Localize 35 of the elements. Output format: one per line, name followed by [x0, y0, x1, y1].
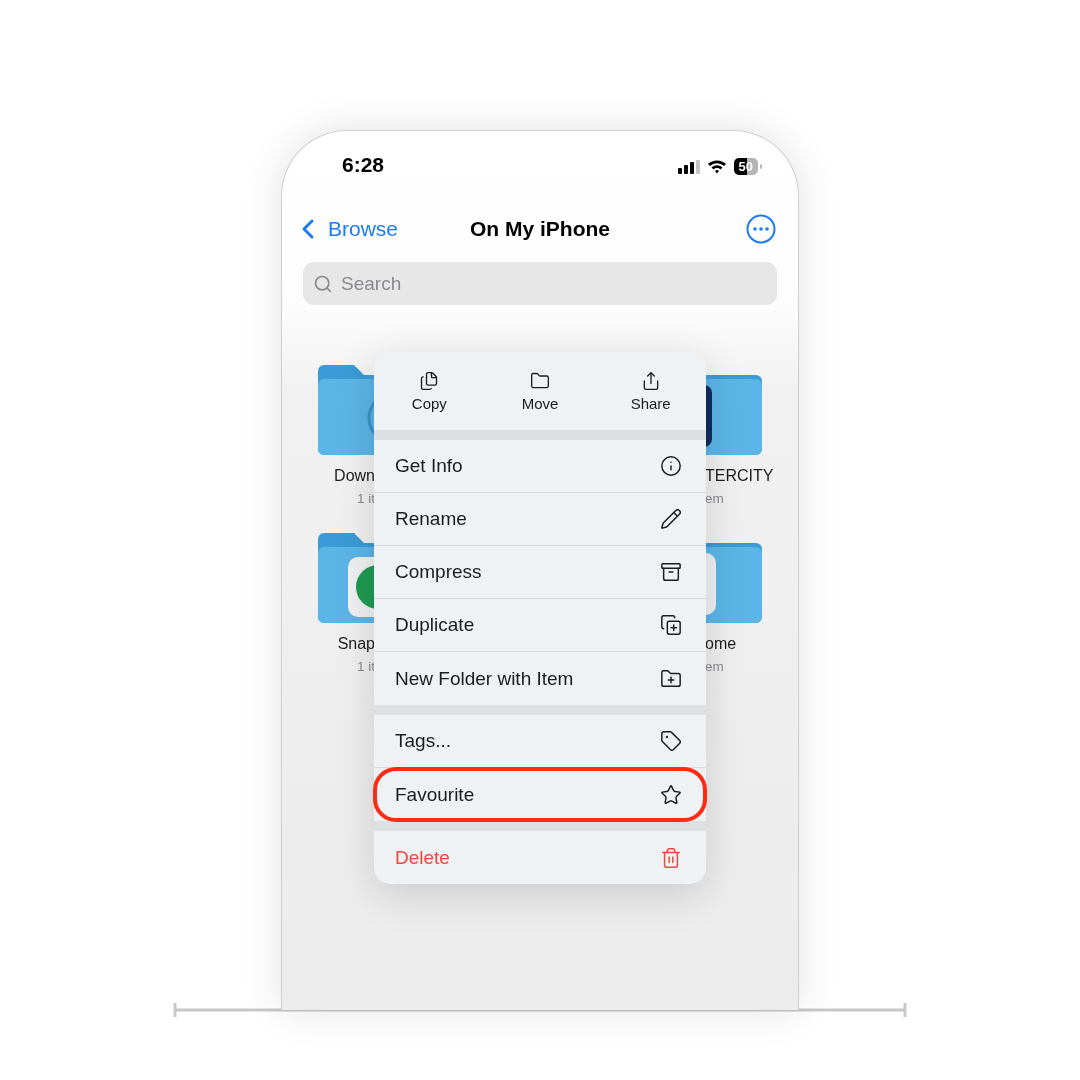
search-field[interactable]: Search: [303, 262, 777, 305]
item-count: em: [705, 491, 724, 506]
archive-icon: [660, 561, 682, 583]
menu-action[interactable]: Share: [595, 352, 706, 430]
folder-name: Snap: [337, 635, 375, 653]
item-count: em: [705, 659, 724, 674]
wifi-icon: [706, 159, 727, 174]
search-input[interactable]: Search: [339, 271, 767, 296]
menu-action[interactable]: Copy: [374, 352, 485, 430]
folder-plus-icon: [660, 667, 682, 690]
menu-item[interactable]: Duplicate: [374, 599, 706, 652]
duplicate-icon: [660, 614, 682, 636]
tag-icon: [660, 730, 682, 752]
menu-item[interactable]: Get Info: [374, 440, 706, 493]
folder-name: TERCITY: [705, 467, 774, 485]
signal-icon: [677, 159, 700, 174]
star-icon: [660, 783, 682, 806]
back-link[interactable]: Browse: [292, 213, 399, 245]
menu-item[interactable]: Tags...: [374, 715, 706, 768]
status-time: 6:28: [342, 153, 385, 178]
menu-item[interactable]: Rename: [374, 493, 706, 546]
folder-name: ome: [705, 635, 737, 653]
copy-icon: [419, 370, 440, 391]
menu-item[interactable]: New Folder with Item: [374, 652, 706, 705]
info-icon: [660, 455, 682, 477]
trash-icon: [660, 846, 682, 869]
folder-icon: [530, 370, 550, 391]
more-button[interactable]: [746, 214, 776, 244]
screen-title: On My iPhone: [470, 217, 610, 241]
menu-action[interactable]: Move: [484, 352, 596, 430]
menu-item[interactable]: Compress: [374, 546, 706, 599]
folder-name: Down: [334, 467, 375, 485]
search-icon: [313, 273, 333, 294]
pencil-icon: [660, 508, 682, 530]
menu-item[interactable]: Favourite: [374, 768, 706, 821]
